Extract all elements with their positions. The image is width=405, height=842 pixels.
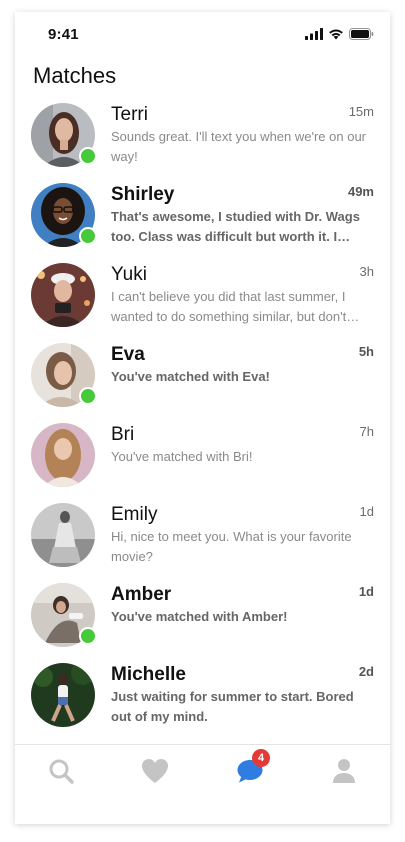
match-time: 15m [348,104,374,119]
heart-icon [142,759,168,783]
match-row-eva[interactable]: Eva 5h You've matched with Eva! [15,338,390,418]
avatar [31,663,95,727]
match-message-preview: Hi, nice to meet you. What is your favor… [111,529,352,564]
status-bar: 9:41 [15,12,390,56]
match-message-preview: I can't believe you did that last summer… [111,289,347,324]
match-name: Amber [111,584,172,605]
match-time: 1d [359,504,374,519]
online-indicator [79,627,97,645]
phone-screen: 9:41 Matches Terri 15m Sounds great. I'l… [15,12,390,824]
tab-likes[interactable] [135,753,175,789]
search-icon [49,759,74,784]
match-name: Michelle [111,664,186,685]
match-name: Yuki [111,264,147,285]
tab-profile[interactable] [324,753,364,789]
battery-icon [349,28,374,40]
avatar [31,503,95,567]
signal-icon [305,28,323,40]
match-message-preview: Sounds great. I'll text you when we're o… [111,129,366,164]
online-indicator [79,227,97,245]
match-time: 3h [359,264,374,279]
match-name: Emily [111,504,158,525]
online-indicator [79,387,97,405]
bottom-tab-bar: 4 [15,744,390,824]
wifi-icon [329,29,343,40]
match-time: 2d [358,664,374,679]
match-time: 7h [359,424,374,439]
tab-search[interactable] [41,753,81,789]
match-message-preview: You've matched with Amber! [111,609,288,624]
page-title: Matches [33,63,117,88]
match-row-shirley[interactable]: Shirley 49m That's awesome, I studied wi… [15,178,390,258]
match-message-preview: That's awesome, I studied with Dr. Wags … [111,209,360,244]
match-time: 5h [358,344,374,359]
match-row-bri[interactable]: Bri 7h You've matched with Bri! [15,418,390,498]
unread-badge: 4 [252,749,270,767]
online-indicator [79,147,97,165]
match-name: Eva [111,344,145,365]
match-time: 1d [358,584,374,599]
status-icons [305,28,374,40]
matches-list: Terri 15m Sounds great. I'll text you wh… [15,98,390,738]
status-time: 9:41 [48,26,79,43]
match-name: Shirley [111,184,175,205]
match-message-preview: You've matched with Eva! [111,369,270,384]
match-message-preview: Just waiting for summer to start. Bored … [111,689,354,724]
match-time: 49m [347,184,374,199]
match-row-yuki[interactable]: Yuki 3h I can't believe you did that las… [15,258,390,338]
profile-icon [333,759,355,783]
match-row-terri[interactable]: Terri 15m Sounds great. I'll text you wh… [15,98,390,178]
match-row-amber[interactable]: Amber 1d You've matched with Amber! [15,578,390,658]
avatar [31,423,95,487]
tab-messages[interactable]: 4 [230,749,270,789]
match-row-emily[interactable]: Emily 1d Hi, nice to meet you. What is y… [15,498,390,578]
match-name: Terri [111,104,148,125]
avatar [31,263,95,327]
match-row-michelle[interactable]: Michelle 2d Just waiting for summer to s… [15,658,390,738]
match-name: Bri [111,424,135,445]
match-message-preview: You've matched with Bri! [111,449,253,464]
